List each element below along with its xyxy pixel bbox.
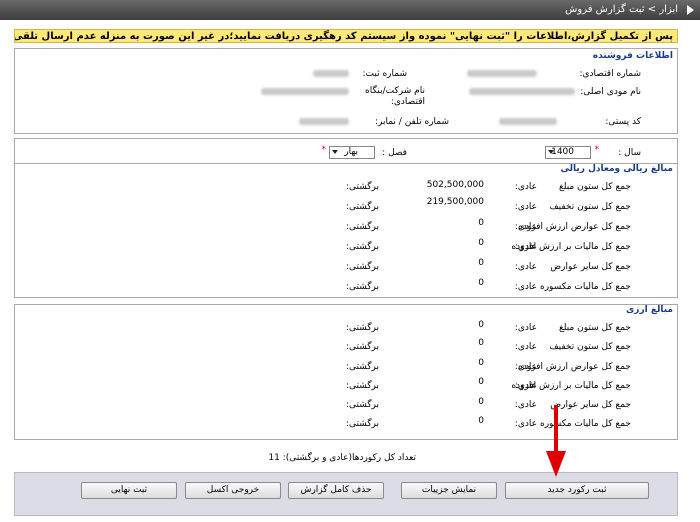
rial-normal-value: 0 — [478, 238, 484, 248]
rial-return-label: برگشتی: — [345, 222, 379, 232]
warning-banner: پس از تکمیل گزارش،اطلاعات را "ثبت نهایی"… — [14, 29, 678, 43]
rial-legend: مبالغ ریالی ومعادل ریالی — [560, 164, 673, 174]
year-label: سال : — [618, 148, 641, 158]
rial-normal-label: عادی: — [514, 262, 537, 272]
fx-normal-label: عادی: — [514, 323, 537, 333]
phone-value — [299, 118, 349, 125]
season-select[interactable]: بهار — [329, 146, 375, 159]
fx-return-label: برگشتی: — [345, 362, 379, 372]
chevron-down-icon — [548, 150, 554, 154]
taxpayer-name-label: نام مودی اصلی: — [580, 87, 641, 97]
show-details-button[interactable]: نمایش جزییات — [401, 482, 497, 499]
fx-normal-label: عادی: — [514, 381, 537, 391]
company-name-label: نام شرکت/بنگاه اقتصادی: — [365, 86, 425, 107]
fx-return-label: برگشتی: — [345, 381, 379, 391]
fx-normal-value: 0 — [478, 397, 484, 407]
record-count: تعداد کل رکوردها(عادی و برگشتی): 11 — [268, 453, 416, 463]
rial-normal-value: 0 — [478, 218, 484, 228]
taxpayer-name-value — [469, 88, 575, 95]
year-select[interactable]: 1400 — [545, 146, 591, 159]
chevron-down-icon — [332, 150, 338, 154]
fx-normal-label: عادی: — [514, 362, 537, 372]
annotation-arrow-icon — [546, 405, 566, 477]
new-record-button[interactable]: ثبت رکورد جدید — [505, 482, 649, 499]
fx-normal-label: عادی: — [514, 419, 537, 429]
season-required-mark: * — [321, 145, 327, 155]
fx-normal-label: عادی: — [514, 400, 537, 410]
delete-report-button[interactable]: حذف کامل گزارش — [288, 482, 384, 499]
fx-normal-value: 0 — [478, 338, 484, 348]
reg-no-value — [313, 70, 349, 77]
fx-row-label: جمع کل ستون تخفیف — [549, 342, 631, 352]
seller-info-panel: اطلاعات فروشنده شماره اقتصادی: شماره ثبت… — [14, 48, 678, 134]
period-filter-panel: سال : * 1400 فصل : بهار * — [14, 138, 678, 164]
fx-legend: مبالغ ارزی — [626, 305, 673, 315]
fx-normal-value: 0 — [478, 416, 484, 426]
economic-code-label: شماره اقتصادی: — [579, 69, 641, 79]
rial-normal-value: 219,500,000 — [426, 197, 484, 207]
seller-legend: اطلاعات فروشنده — [592, 51, 673, 61]
phone-label: شماره تلفن / نمابر: — [374, 117, 449, 127]
reg-no-label: شماره ثبت: — [362, 69, 408, 79]
fx-return-label: برگشتی: — [345, 342, 379, 352]
finalize-button[interactable]: ثبت نهایی — [81, 482, 177, 499]
rial-return-label: برگشتی: — [345, 202, 379, 212]
fx-row-label: جمع کل ستون مبلغ — [558, 323, 631, 333]
breadcrumb: ابزار > ثبت گزارش فروش — [565, 4, 678, 15]
rial-normal-value: 0 — [478, 278, 484, 288]
fx-return-label: برگشتی: — [345, 419, 379, 429]
company-name-value — [261, 88, 349, 95]
rial-normal-value: 502,500,000 — [426, 180, 484, 190]
rial-normal-label: عادی: — [514, 242, 537, 252]
fx-amounts-panel: مبالغ ارزی جمع کل ستون مبلغ عادی: 0 برگش… — [14, 304, 678, 440]
fx-normal-value: 0 — [478, 377, 484, 387]
rial-amounts-panel: مبالغ ریالی ومعادل ریالی جمع کل ستون مبل… — [14, 163, 678, 298]
rial-return-label: برگشتی: — [345, 282, 379, 292]
rial-row-label: جمع کل مالیات مکسوره — [539, 282, 631, 292]
economic-code-value — [467, 70, 537, 77]
rial-return-label: برگشتی: — [345, 262, 379, 272]
rial-return-label: برگشتی: — [345, 182, 379, 192]
fx-normal-value: 0 — [478, 358, 484, 368]
export-excel-button[interactable]: خروجی اکسل — [185, 482, 281, 499]
fx-normal-label: عادی: — [514, 342, 537, 352]
rial-normal-label: عادی: — [514, 222, 537, 232]
fx-return-label: برگشتی: — [345, 323, 379, 333]
rial-normal-value: 0 — [478, 258, 484, 268]
title-bar: ابزار > ثبت گزارش فروش — [0, 0, 700, 20]
rial-row-label: جمع کل سایر عوارض — [550, 262, 631, 272]
fx-normal-value: 0 — [478, 320, 484, 330]
rial-normal-label: عادی: — [514, 202, 537, 212]
rial-normal-label: عادی: — [514, 282, 537, 292]
rial-row-label: جمع کل ستون مبلغ — [558, 182, 631, 192]
fx-return-label: برگشتی: — [345, 400, 379, 410]
postal-code-value — [499, 118, 557, 125]
rial-normal-label: عادی: — [514, 182, 537, 192]
year-required-mark: * — [594, 145, 600, 155]
postal-code-label: کد پستی: — [605, 117, 641, 127]
rial-return-label: برگشتی: — [345, 242, 379, 252]
season-label: فصل : — [382, 148, 407, 158]
breadcrumb-arrow-icon — [687, 5, 694, 15]
rial-row-label: جمع کل ستون تخفیف — [549, 202, 631, 212]
